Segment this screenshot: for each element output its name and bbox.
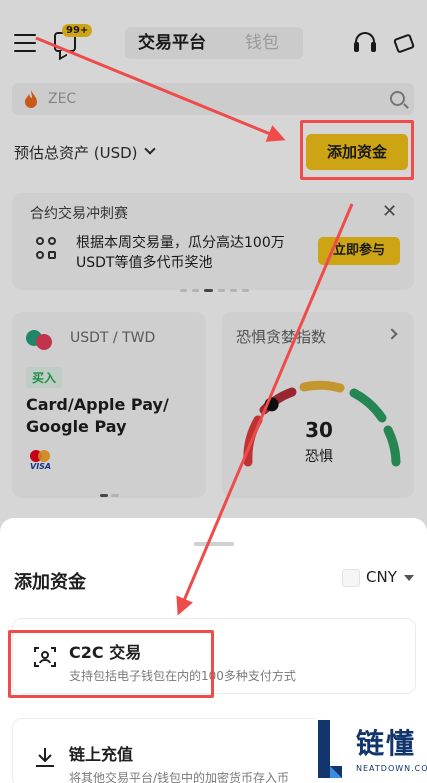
logo-mark <box>318 720 342 778</box>
flag-icon <box>342 569 360 587</box>
currency-code: CNY <box>366 568 397 586</box>
option-title: 链上充值 <box>69 745 134 764</box>
sheet-title: 添加资金 <box>14 572 86 593</box>
highlight-box <box>300 120 414 180</box>
watermark-subtext: NEATDOWN.COM <box>356 764 427 773</box>
sheet-handle[interactable] <box>194 542 234 546</box>
caret-down-icon <box>404 575 414 581</box>
highlight-box <box>8 630 214 698</box>
watermark-logo: 链懂 NEATDOWN.COM <box>316 716 427 783</box>
watermark-text: 链懂 <box>356 727 417 760</box>
download-icon <box>36 748 54 767</box>
